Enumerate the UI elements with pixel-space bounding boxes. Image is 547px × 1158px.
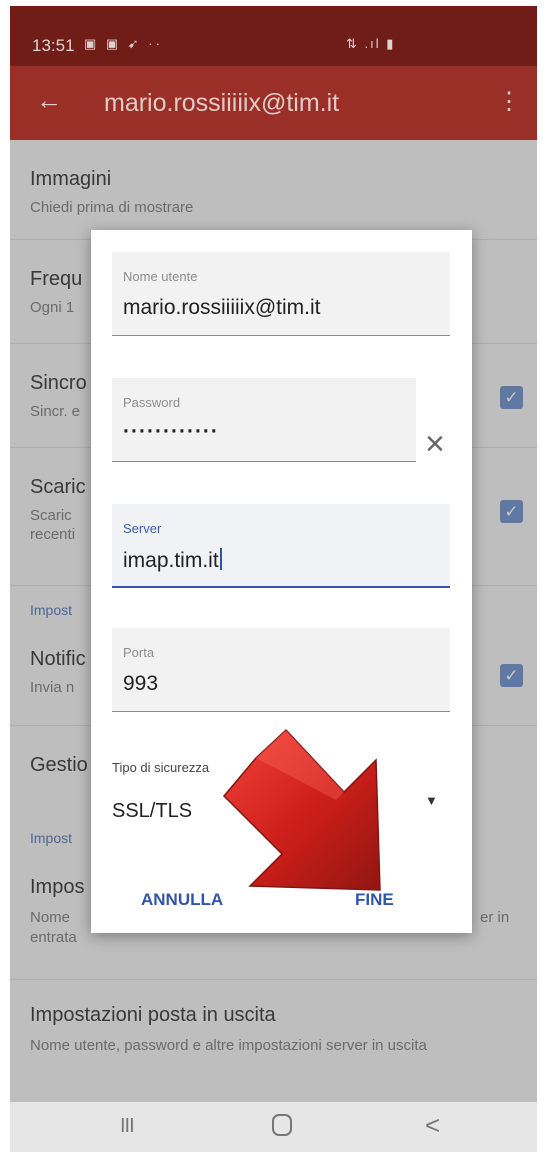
port-field[interactable]: Porta 993: [112, 628, 450, 712]
recents-icon[interactable]: III: [120, 1115, 135, 1138]
back-icon[interactable]: <: [425, 1110, 440, 1141]
port-label: Porta: [123, 645, 155, 660]
navigation-bar: III <: [10, 1102, 537, 1152]
cancel-button[interactable]: ANNULLA: [141, 890, 223, 910]
password-field[interactable]: Password ············: [112, 378, 416, 462]
server-label: Server: [123, 521, 162, 536]
username-value: mario.rossiiiiix@tim.it: [123, 296, 321, 319]
home-icon[interactable]: [272, 1114, 292, 1136]
phone-screen: 13:51 ▣ ▣ ➹ ·· ⇅ .ıl ▮ ← mario.rossiiiii…: [10, 6, 537, 1152]
top-scrim: [10, 6, 537, 140]
security-type-select[interactable]: SSL/TLS: [112, 800, 192, 823]
server-text: imap.tim.it: [123, 549, 219, 572]
close-icon[interactable]: ×: [425, 427, 445, 461]
security-type-label: Tipo di sicurezza: [112, 760, 210, 775]
server-value: imap.tim.it: [123, 548, 222, 573]
password-value: ············: [123, 420, 219, 443]
username-field[interactable]: Nome utente mario.rossiiiiix@tim.it: [112, 252, 450, 336]
server-settings-dialog: Nome utente mario.rossiiiiix@tim.it Pass…: [91, 230, 472, 933]
server-field[interactable]: Server imap.tim.it: [112, 504, 450, 588]
port-value: 993: [123, 672, 159, 695]
password-label: Password: [123, 395, 181, 410]
done-button[interactable]: FINE: [355, 890, 394, 910]
dropdown-arrow-icon[interactable]: ▼: [425, 793, 438, 808]
text-cursor: [219, 548, 222, 570]
username-label: Nome utente: [123, 269, 198, 284]
